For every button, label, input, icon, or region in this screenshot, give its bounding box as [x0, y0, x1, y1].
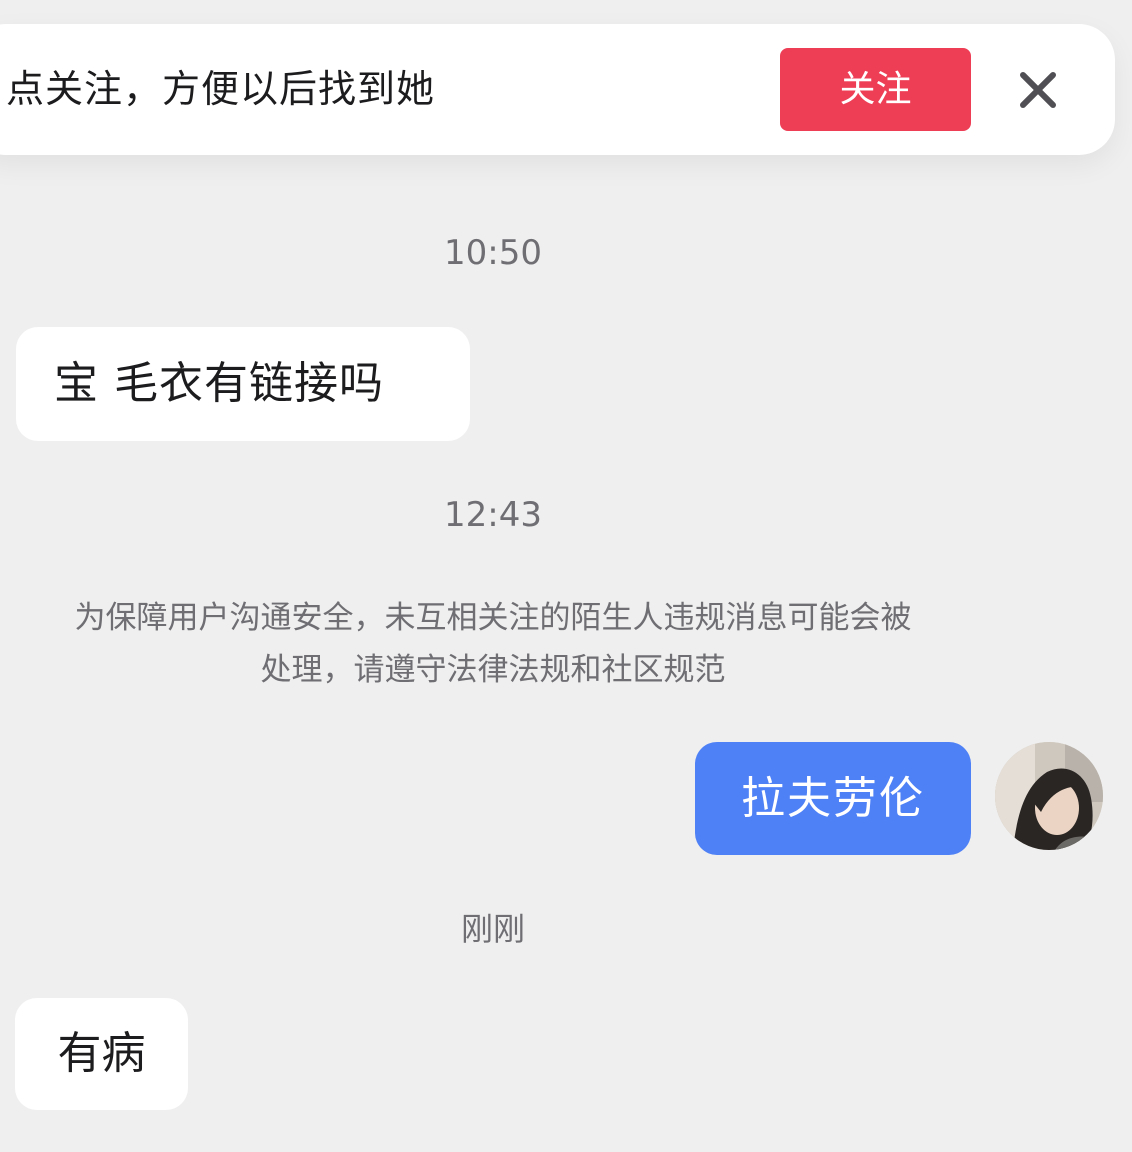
- follow-banner: 点关注，方便以后找到她 关注: [0, 24, 1115, 155]
- incoming-message-bubble[interactable]: 宝 毛衣有链接吗: [16, 327, 470, 441]
- follow-prompt-text: 点关注，方便以后找到她: [6, 67, 436, 111]
- incoming-message-bubble[interactable]: 有病: [15, 998, 188, 1110]
- avatar[interactable]: [995, 742, 1103, 850]
- safety-notice-line: 处理，请遵守法律法规和社区规范: [260, 652, 726, 688]
- user-avatar-photo: [995, 742, 1103, 850]
- message-timestamp: 12:43: [444, 495, 542, 535]
- safety-notice: 为保障用户沟通安全，未互相关注的陌生人违规消息可能会被 处理，请遵守法律法规和社…: [0, 592, 986, 696]
- safety-notice-line: 为保障用户沟通安全，未互相关注的陌生人违规消息可能会被: [74, 600, 912, 636]
- message-timestamp: 刚刚: [460, 910, 525, 948]
- close-icon: [1020, 72, 1056, 108]
- follow-button[interactable]: 关注: [780, 48, 971, 131]
- message-timestamp: 10:50: [444, 233, 542, 273]
- close-banner-button[interactable]: [1010, 66, 1066, 114]
- outgoing-message-bubble[interactable]: 拉夫劳伦: [695, 742, 971, 855]
